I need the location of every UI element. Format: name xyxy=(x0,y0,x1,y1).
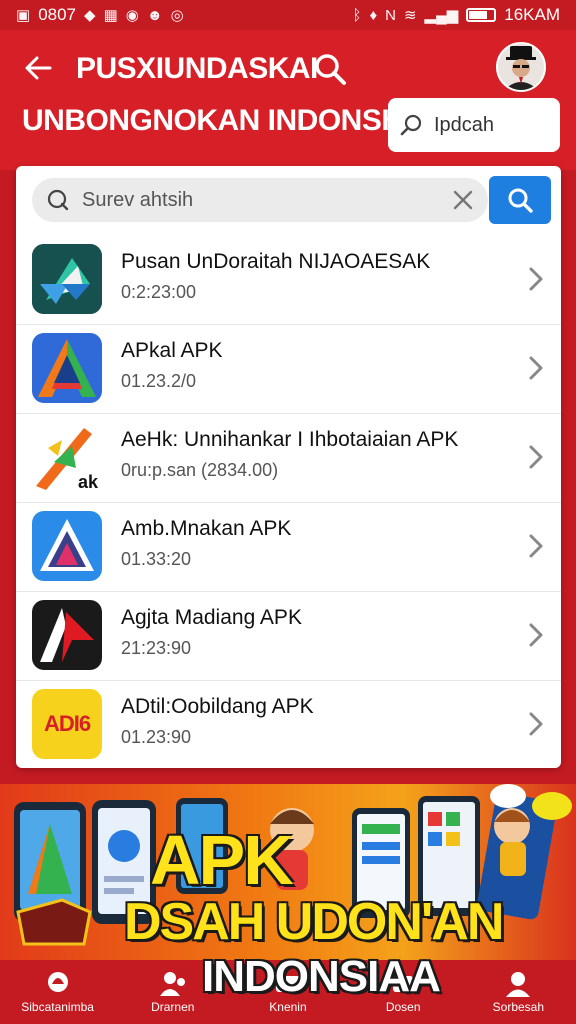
status-clock: 0807 xyxy=(38,5,77,24)
app-meta: 01.23.2/0 xyxy=(121,371,197,391)
orange-green-arrow-logo-icon: ak xyxy=(32,422,102,492)
chevron-right-icon[interactable] xyxy=(525,709,547,739)
people-icon xyxy=(159,972,185,996)
chevron-right-icon[interactable] xyxy=(525,531,547,561)
app-meta: 01.23:90 xyxy=(121,727,192,747)
app-meta: 0:2:23:00 xyxy=(121,282,197,302)
search-placeholder: Surev ahtsih xyxy=(82,188,194,211)
page-title: PUSXIUNDASKAI xyxy=(76,52,318,85)
mute-icon: ♦ xyxy=(369,6,378,24)
back-button[interactable] xyxy=(20,50,56,86)
back-arrow-icon xyxy=(25,56,52,80)
app-name: AeHk: Unnihankar I Ihbotaiaian APK xyxy=(121,428,459,451)
list-item[interactable]: Agjta Madiang APK 21:23:90 xyxy=(16,592,561,681)
app-meta: 01.33:20 xyxy=(121,549,192,569)
teal-arrow-logo-icon xyxy=(32,244,102,314)
user-avatar-icon xyxy=(498,44,544,90)
list-item[interactable]: APkal APK 01.23.2/0 xyxy=(16,325,561,414)
app-meta: 21:23:90 xyxy=(121,638,192,658)
avatar[interactable] xyxy=(496,42,546,92)
status-left: ▣ 0807 ◆ ▦ ◉ ☻ ◎ xyxy=(16,5,184,25)
promo-banner[interactable]: APK DSAH UDON'AN xyxy=(0,784,576,960)
app-name: Pusan UnDoraitah NIJAOAESAK xyxy=(121,250,431,273)
blue-triangle-logo-icon xyxy=(32,511,102,581)
app-header: PUSXIUNDASKAI UNBONGNOKAN INDONSHI Ipdca… xyxy=(0,30,576,170)
wifi-icon: ≋ xyxy=(403,7,417,24)
bluetooth-icon: ᛒ xyxy=(352,6,362,24)
status-bar: ▣ 0807 ◆ ▦ ◉ ☻ ◎ ᛒ ♦ N ≋ ▂▄▆ 16KAM xyxy=(0,0,576,30)
svg-text:ak: ak xyxy=(78,472,99,492)
nav-label: Sorbesah xyxy=(492,1000,545,1014)
home-icon xyxy=(47,972,68,992)
app-icon-text: ADI6 xyxy=(43,711,91,736)
video-icon: ◉ xyxy=(125,7,139,24)
app-name: ADtil:Oobildang APK xyxy=(121,695,314,718)
header-search-value: Ipdcah xyxy=(434,113,495,136)
search-icon xyxy=(47,189,69,211)
page-subtitle: UNBONGNOKAN INDONSHI xyxy=(22,104,411,137)
app-icon: ◆ xyxy=(84,7,96,24)
search-button[interactable] xyxy=(489,176,551,224)
app-name: Amb.Mnakan APK xyxy=(121,517,292,540)
app-list-card: Surev ahtsih Pusan UnDoraitah NIJAOAESAK xyxy=(16,166,561,768)
search-input[interactable]: Surev ahtsih xyxy=(32,178,488,222)
list-item[interactable]: Amb.Mnakan APK 01.33:20 xyxy=(16,503,561,592)
black-red-a-logo-icon xyxy=(32,600,102,670)
location-icon: ◎ xyxy=(170,7,184,24)
gallery-icon: ▦ xyxy=(103,7,118,24)
status-time: 16KAM xyxy=(504,5,560,24)
nav-label: Sibcatanimba xyxy=(21,1000,94,1014)
search-icon xyxy=(508,188,533,213)
nfc-icon: N xyxy=(385,6,396,24)
banner-headline: APK xyxy=(150,821,294,899)
nav-item-profile[interactable]: Sorbesah xyxy=(463,970,573,1014)
chevron-right-icon[interactable] xyxy=(525,264,547,294)
close-icon[interactable] xyxy=(452,189,474,211)
chevron-right-icon[interactable] xyxy=(525,353,547,383)
image-icon: ▣ xyxy=(16,7,31,24)
status-right: ᛒ ♦ N ≋ ▂▄▆ 16KAM xyxy=(352,5,560,25)
app-list: Pusan UnDoraitah NIJAOAESAK 0:2:23:00 AP… xyxy=(16,236,561,770)
yellow-adi6-logo-icon: ADI6 xyxy=(32,689,102,759)
header-search-button[interactable] xyxy=(313,52,347,86)
list-item[interactable]: Pusan UnDoraitah NIJAOAESAK 0:2:23:00 xyxy=(16,236,561,325)
header-search-input[interactable]: Ipdcah xyxy=(388,98,560,152)
profile-icon xyxy=(506,972,531,997)
banner-tagline: INDONSIAA xyxy=(202,952,441,1001)
battery-icon xyxy=(466,8,497,22)
chevron-right-icon[interactable] xyxy=(525,442,547,472)
list-item[interactable]: ak AeHk: Unnihankar I Ihbotaiaian APK 0r… xyxy=(16,414,561,503)
list-item[interactable]: ADI6 ADtil:Oobildang APK 01.23:90 xyxy=(16,681,561,770)
banner-subheadline: DSAH UDON'AN xyxy=(124,893,504,951)
chevron-right-icon[interactable] xyxy=(525,620,547,650)
app-name: APkal APK xyxy=(121,339,223,362)
search-icon xyxy=(400,114,422,136)
nav-label: Knenin xyxy=(269,1000,307,1014)
app-name: Agjta Madiang APK xyxy=(121,606,302,629)
search-icon xyxy=(315,54,346,85)
signal-icon: ▂▄▆ xyxy=(424,7,459,24)
blue-green-a-logo-icon xyxy=(32,333,102,403)
app-meta: 0ru:p.san (2834.00) xyxy=(121,460,279,480)
nav-item-home[interactable]: Sibcatanimba xyxy=(3,970,113,1014)
nav-label: Dosen xyxy=(385,1000,421,1014)
face-icon: ☻ xyxy=(146,6,163,24)
nav-label: Drarnen xyxy=(151,1000,195,1014)
